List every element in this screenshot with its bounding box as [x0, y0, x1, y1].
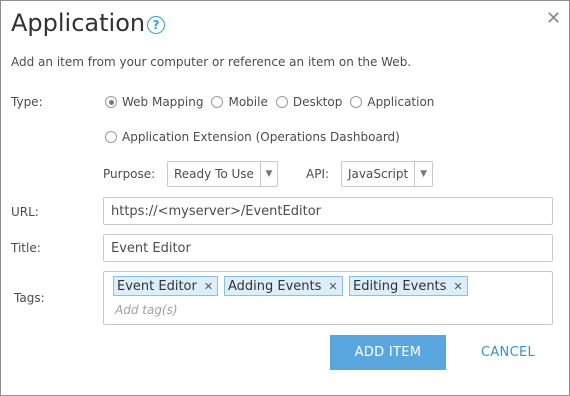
dialog-intro: Add an item from your computer or refere…: [11, 55, 412, 69]
type-radio-group-row2: Application Extension (Operations Dashbo…: [105, 130, 408, 144]
tag-chip: Editing Events ✕: [349, 276, 468, 296]
add-item-dialog: Application ? ✕ Add an item from your co…: [0, 0, 570, 396]
type-label: Type:: [11, 95, 43, 109]
tags-label: Tags:: [14, 291, 45, 305]
api-label: API:: [306, 167, 330, 181]
close-icon[interactable]: ✕: [328, 280, 337, 293]
add-item-button[interactable]: ADD ITEM: [330, 335, 446, 370]
chevron-down-icon: ▼: [414, 162, 432, 186]
title-label: Title:: [11, 241, 41, 255]
tags-placeholder[interactable]: Add tag(s): [115, 303, 178, 317]
type-option-web-mapping[interactable]: Web Mapping: [105, 95, 203, 109]
radio-mobile[interactable]: [211, 96, 224, 108]
purpose-select[interactable]: Ready To Use ▼: [167, 161, 278, 187]
tag-chip: Event Editor ✕: [113, 276, 219, 296]
tag-chip: Adding Events ✕: [224, 276, 343, 296]
radio-desktop[interactable]: [275, 96, 288, 108]
title-input[interactable]: Event Editor: [103, 234, 553, 262]
type-option-label: Mobile: [228, 95, 268, 109]
radio-web-mapping[interactable]: [105, 96, 117, 108]
dialog-title: Application: [11, 9, 146, 37]
type-option-label: Desktop: [292, 95, 343, 109]
type-option-application[interactable]: Application: [350, 95, 434, 109]
type-option-mobile[interactable]: Mobile: [211, 95, 268, 109]
type-option-desktop[interactable]: Desktop: [275, 95, 343, 109]
purpose-label: Purpose:: [103, 167, 156, 181]
tag-label: Event Editor: [117, 278, 197, 294]
close-icon[interactable]: ✕: [453, 280, 462, 293]
type-option-application-extension[interactable]: Application Extension (Operations Dashbo…: [105, 130, 400, 144]
help-icon[interactable]: ?: [147, 16, 165, 34]
close-icon[interactable]: ✕: [546, 8, 561, 29]
tag-label: Editing Events: [353, 278, 447, 294]
purpose-value: Ready To Use: [174, 167, 254, 181]
api-value: JavaScript: [348, 167, 409, 181]
radio-application[interactable]: [350, 96, 363, 108]
type-option-label: Application: [367, 95, 435, 109]
tag-label: Adding Events: [228, 278, 322, 294]
close-icon[interactable]: ✕: [204, 280, 213, 293]
tags-input[interactable]: Event Editor ✕ Adding Events ✕ Editing E…: [103, 271, 553, 325]
type-radio-group: Web Mapping Mobile Desktop Application: [105, 95, 442, 109]
cancel-button[interactable]: CANCEL: [471, 335, 545, 370]
url-input[interactable]: https://<myserver>/EventEditor: [103, 197, 553, 225]
type-option-label: Web Mapping: [122, 95, 204, 109]
radio-application-extension[interactable]: [105, 131, 117, 143]
url-label: URL:: [11, 205, 39, 219]
chevron-down-icon: ▼: [259, 162, 277, 186]
type-option-label: Application Extension (Operations Dashbo…: [122, 130, 400, 144]
api-select[interactable]: JavaScript ▼: [341, 161, 433, 187]
